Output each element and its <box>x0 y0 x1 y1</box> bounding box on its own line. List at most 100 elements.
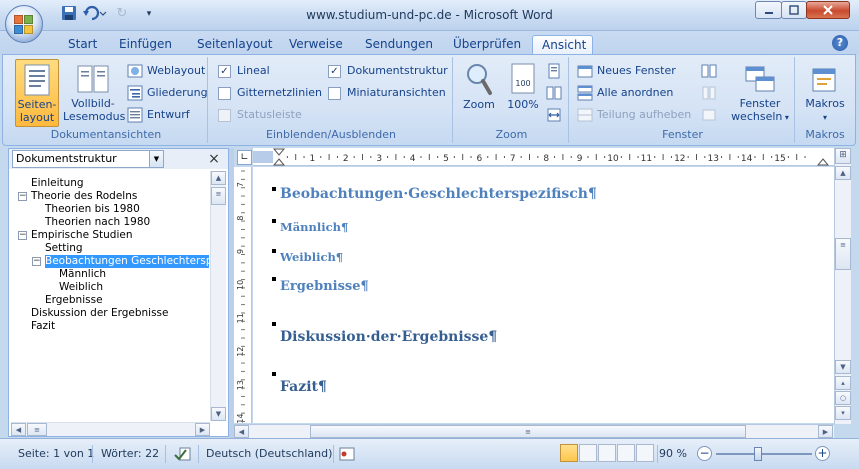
document-map-dropdown[interactable]: Dokumentstruktur ▼ <box>12 150 164 168</box>
zoom-slider-track[interactable] <box>716 453 812 455</box>
collapse-toggle-icon[interactable]: − <box>18 231 27 240</box>
vollbild-lesemodus-button[interactable]: Vollbild- Lesemodus <box>63 59 125 127</box>
collapse-toggle-icon[interactable]: − <box>32 257 41 266</box>
close-icon[interactable]: × <box>206 150 222 168</box>
previous-page-icon[interactable]: ▴ <box>835 376 851 390</box>
scroll-left-icon[interactable]: ◀ <box>11 423 26 436</box>
document-map-item[interactable]: Theorien bis 1980 <box>45 203 140 216</box>
document-map-item[interactable]: Einleitung <box>31 177 84 190</box>
document-map-item[interactable]: Beobachtungen Geschlechterspezifisch <box>45 255 209 268</box>
sync-scroll-icon[interactable] <box>701 85 719 103</box>
tab-seitenlayout[interactable]: Seitenlayout <box>188 35 281 55</box>
scroll-thumb[interactable]: ≡ <box>835 238 851 270</box>
undo-icon[interactable] <box>82 5 108 23</box>
view-full-screen-reading-button[interactable] <box>579 444 597 462</box>
proofing-icon[interactable] <box>174 447 192 463</box>
two-pages-icon[interactable] <box>546 85 564 103</box>
scroll-right-icon[interactable]: ▶ <box>195 423 210 436</box>
document-map-item[interactable]: Fazit <box>31 320 55 333</box>
document-map-vertical-scrollbar[interactable]: ▲ ≡ ▼ <box>210 171 226 421</box>
lineal-checkbox[interactable]: ✓ Lineal <box>218 61 270 81</box>
close-button[interactable] <box>806 1 850 19</box>
gitternetzlinien-checkbox[interactable]: Gitternetzlinien <box>218 83 322 103</box>
reset-window-position-icon[interactable] <box>701 107 719 125</box>
help-icon[interactable]: ? <box>832 35 848 51</box>
scroll-up-icon[interactable]: ▲ <box>211 171 226 185</box>
customize-toolbar-icon[interactable]: ▾ <box>143 5 155 23</box>
word-count[interactable]: Wörter: 22 <box>101 445 159 463</box>
view-web-layout-button[interactable] <box>598 444 616 462</box>
seitenlayout-button[interactable]: Seiten- layout <box>15 59 59 127</box>
scroll-right-icon[interactable]: ▶ <box>818 425 833 438</box>
side-by-side-icon[interactable] <box>701 63 719 81</box>
view-outline-button[interactable] <box>617 444 635 462</box>
document-horizontal-scrollbar[interactable]: ◀ ≡ ▶ <box>234 424 834 438</box>
scroll-thumb[interactable]: ≡ <box>211 187 226 205</box>
scroll-up-icon[interactable]: ▲ <box>835 166 851 180</box>
document-map-item[interactable]: Empirische Studien <box>31 229 133 242</box>
tab-ansicht[interactable]: Ansicht <box>532 35 593 55</box>
maximize-button[interactable] <box>781 1 807 19</box>
neues-fenster-button[interactable]: Neues Fenster <box>577 61 676 81</box>
document-vertical-scrollbar[interactable]: ⊞ ▲ ≡ ▼ ▴ ○ ▾ <box>834 148 851 424</box>
heading-beobachtungen[interactable]: Beobachtungen·Geschlechterspezifisch¶ <box>280 186 597 202</box>
scroll-down-icon[interactable]: ▼ <box>211 407 226 421</box>
zoom-in-button[interactable]: + <box>815 446 830 461</box>
document-map-item[interactable]: Männlich <box>59 268 106 281</box>
tab-verweise[interactable]: Verweise <box>280 35 352 55</box>
horizontal-ruler[interactable]: 1 2 3 4 5 6 7 8 9 10 11 12 13 14 15 <box>253 148 834 166</box>
one-page-icon[interactable] <box>546 63 564 81</box>
fenster-wechseln-button[interactable]: Fenster wechseln ▾ <box>727 59 793 127</box>
heading-weiblich[interactable]: Weiblich¶ <box>280 250 343 264</box>
tab-ueberpruefen[interactable]: Überprüfen <box>444 35 530 55</box>
heading-diskussion[interactable]: Diskussion·der·Ergebnisse¶ <box>280 329 497 345</box>
ruler-toggle-icon[interactable]: ⊞ <box>835 148 851 164</box>
view-draft-button[interactable] <box>636 444 654 462</box>
tab-selector-icon[interactable]: ∟ <box>237 150 252 165</box>
next-page-icon[interactable]: ▾ <box>835 406 851 420</box>
zoom-100-button[interactable]: 100 100% <box>503 59 543 119</box>
document-map-item[interactable]: Setting <box>45 242 83 255</box>
browse-object-icon[interactable]: ○ <box>835 391 851 405</box>
document-map-item[interactable]: Theorien nach 1980 <box>45 216 150 229</box>
zoom-out-button[interactable]: − <box>697 446 712 461</box>
heading-ergebnisse[interactable]: Ergebnisse¶ <box>280 279 369 294</box>
document-map-horizontal-scrollbar[interactable]: ◀ ≡ ▶ <box>11 422 210 436</box>
scroll-thumb[interactable]: ≡ <box>310 425 746 438</box>
heading-fazit[interactable]: Fazit¶ <box>280 379 327 395</box>
page-width-icon[interactable] <box>546 107 564 125</box>
zoom-level[interactable]: 90 % <box>659 445 687 463</box>
page-count[interactable]: Seite: 1 von 1 <box>18 445 94 463</box>
tab-start[interactable]: Start <box>59 35 106 55</box>
dokumentstruktur-checkbox[interactable]: ✓ Dokumentstruktur <box>328 61 448 81</box>
view-print-layout-button[interactable] <box>560 444 578 462</box>
statusleiste-checkbox[interactable]: Statusleiste <box>218 105 302 125</box>
document-map-item[interactable]: Theorie des Rodelns <box>31 190 137 203</box>
document-map-item[interactable]: Weiblich <box>59 281 103 294</box>
zoom-button[interactable]: Zoom <box>459 59 499 119</box>
collapse-toggle-icon[interactable]: − <box>18 192 27 201</box>
office-button[interactable] <box>5 5 43 43</box>
makros-button[interactable]: Makros ▾ <box>799 59 851 127</box>
language-indicator[interactable]: Deutsch (Deutschland) <box>206 445 332 463</box>
heading-maennlich[interactable]: Männlich¶ <box>280 220 348 234</box>
redo-icon[interactable]: ↻ <box>112 5 132 23</box>
scroll-down-icon[interactable]: ▼ <box>835 360 851 374</box>
tab-sendungen[interactable]: Sendungen <box>356 35 442 55</box>
save-icon[interactable] <box>60 5 78 23</box>
scroll-thumb[interactable]: ≡ <box>27 423 47 436</box>
alle-anordnen-button[interactable]: Alle anordnen <box>577 83 673 103</box>
document-map-item[interactable]: Diskussion der Ergebnisse <box>31 307 168 320</box>
document-map-item[interactable]: Ergebnisse <box>45 294 103 307</box>
minimize-button[interactable] <box>755 1 782 19</box>
vertical-ruler[interactable]: 7 8 9 10 11 12 13 14 <box>234 167 252 424</box>
miniaturansichten-checkbox[interactable]: Miniaturansichten <box>328 83 446 103</box>
teilung-aufheben-button[interactable]: Teilung aufheben <box>577 105 691 125</box>
document-page[interactable]: Beobachtungen·Geschlechterspezifisch¶ Mä… <box>253 167 834 423</box>
tab-einfuegen[interactable]: Einfügen <box>110 35 181 55</box>
macro-record-icon[interactable] <box>339 447 355 461</box>
entwurf-button[interactable]: Entwurf <box>127 105 190 125</box>
gliederung-button[interactable]: Gliederung <box>127 83 208 103</box>
zoom-slider-thumb[interactable] <box>754 447 762 461</box>
weblayout-button[interactable]: Weblayout <box>127 61 205 81</box>
